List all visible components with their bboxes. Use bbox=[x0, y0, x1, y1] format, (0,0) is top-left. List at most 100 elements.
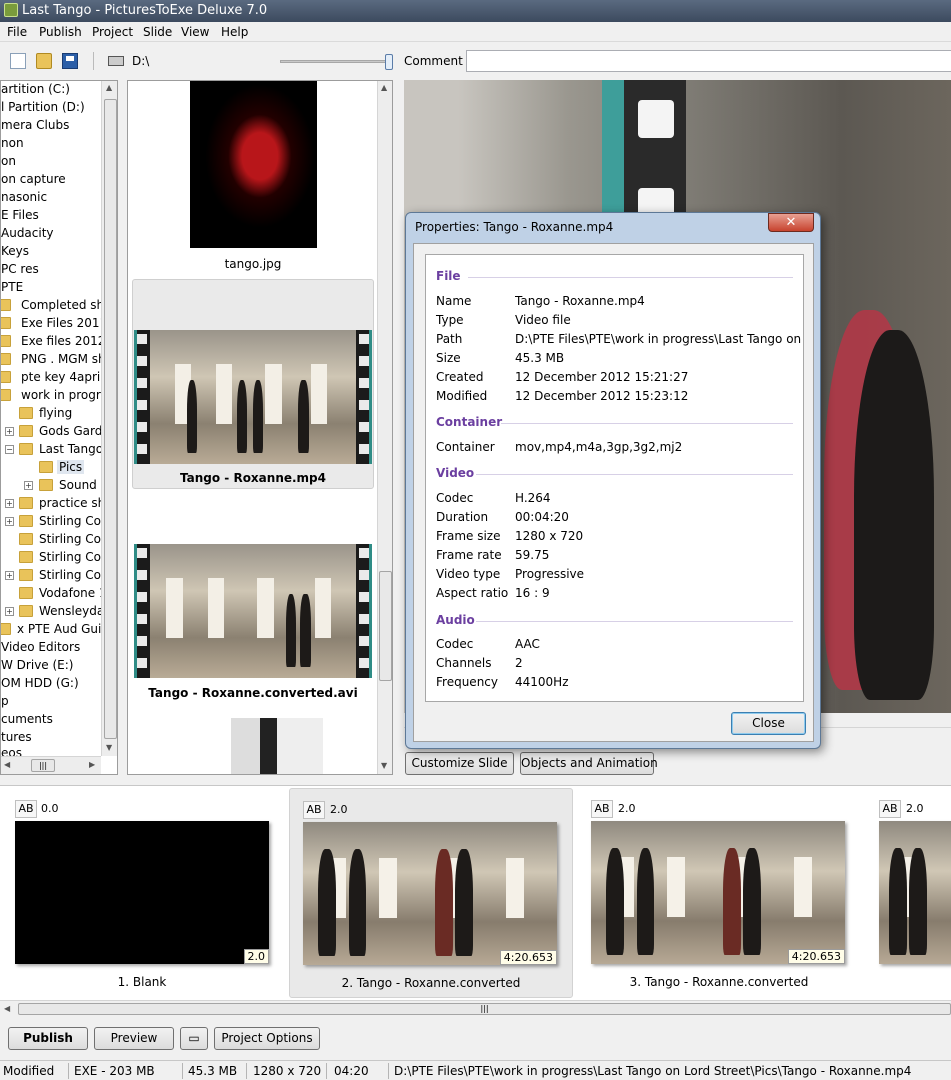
slide-caption: 1. Blank bbox=[117, 975, 167, 989]
folder-icon bbox=[1, 371, 11, 383]
file-list-scrollbar[interactable]: ▲ ▼ bbox=[377, 81, 392, 774]
tree-item[interactable]: Stirling Cou bbox=[1, 549, 109, 567]
file-item-selected[interactable]: Tango - Roxanne.mp4 bbox=[132, 279, 374, 489]
slide-thumbnail bbox=[879, 821, 951, 964]
slider-thumb[interactable] bbox=[385, 54, 393, 70]
menu-file[interactable]: File bbox=[7, 25, 27, 39]
transition-ab-icon[interactable]: AB bbox=[879, 800, 901, 818]
customize-slide-button[interactable]: Customize Slide bbox=[405, 752, 514, 775]
scroll-up-icon[interactable]: ▲ bbox=[381, 83, 387, 92]
slide-item[interactable]: AB 2.0 4:20.653 3. Tango - Roxanne.conve… bbox=[577, 788, 861, 998]
tree-item[interactable]: Exe files 2012 bbox=[1, 333, 105, 351]
slide-item[interactable]: AB 2.0 bbox=[865, 788, 951, 998]
folder-icon bbox=[19, 425, 33, 437]
tree-item[interactable]: + practice sho bbox=[1, 495, 113, 513]
tree-horizontal-scrollbar[interactable]: ◀ ||| ▶ bbox=[1, 756, 101, 774]
menu-slide[interactable]: Slide bbox=[143, 25, 172, 39]
open-folder-icon[interactable] bbox=[36, 53, 52, 69]
expand-icon[interactable]: + bbox=[5, 427, 14, 436]
transition-duration: 2.0 bbox=[906, 802, 924, 815]
comment-input[interactable] bbox=[466, 50, 951, 72]
prop-label: Created bbox=[436, 370, 484, 384]
tree-item[interactable]: x PTE Aud Guid bbox=[1, 621, 109, 639]
file-name: tango.jpg bbox=[224, 257, 282, 271]
tree-item[interactable]: Stirling Cou bbox=[1, 531, 109, 549]
thumbnail-size-slider[interactable] bbox=[280, 60, 390, 63]
scrollbar-thumb[interactable]: ||| bbox=[31, 759, 55, 772]
dialog-body: File Name Tango - Roxanne.mp4 Type Video… bbox=[413, 243, 814, 742]
expand-icon[interactable]: + bbox=[5, 571, 14, 580]
tree-item[interactable]: Exe Files 2011 bbox=[1, 315, 107, 333]
slide-item-selected[interactable]: AB 2.0 4:20.653 2. Tango - Roxanne.conve… bbox=[289, 788, 573, 998]
scroll-right-icon[interactable]: ▶ bbox=[89, 760, 95, 769]
prop-label: Size bbox=[436, 351, 461, 365]
save-icon[interactable] bbox=[62, 53, 78, 69]
slide-list[interactable]: AB 0.0 2.0 1. Blank AB 2.0 4:20.653 2. T… bbox=[0, 785, 951, 1000]
file-list[interactable]: tango.jpg Tango - Roxanne.mp4 Tango - Ro bbox=[127, 80, 393, 775]
tree-item[interactable]: Vodafone 1. bbox=[1, 585, 110, 603]
expand-icon[interactable]: + bbox=[5, 517, 14, 526]
tree-item[interactable]: Completed sho bbox=[1, 297, 111, 315]
slide-thumbnail: 4:20.653 bbox=[591, 821, 845, 964]
scroll-down-icon[interactable]: ▼ bbox=[381, 761, 387, 770]
tree-item[interactable]: work in progres bbox=[1, 387, 114, 405]
title-bar: Last Tango - PicturesToExe Deluxe 7.0 bbox=[0, 0, 951, 22]
expand-icon[interactable]: + bbox=[24, 481, 33, 490]
expand-icon[interactable]: + bbox=[5, 607, 14, 616]
tree-item[interactable]: PNG . MGM sho bbox=[1, 351, 113, 369]
scroll-down-icon[interactable]: ▼ bbox=[106, 743, 112, 752]
scroll-up-icon[interactable]: ▲ bbox=[106, 83, 112, 92]
expand-icon[interactable]: + bbox=[5, 499, 14, 508]
collapse-icon[interactable]: − bbox=[5, 445, 14, 454]
drive-label: D:\ bbox=[132, 54, 150, 68]
drive-icon[interactable] bbox=[108, 56, 124, 66]
tree-item[interactable]: + Stirling Cou bbox=[1, 567, 109, 585]
prop-label: Frame rate bbox=[436, 548, 502, 562]
scrollbar-thumb[interactable] bbox=[104, 99, 117, 739]
publish-button[interactable]: Publish bbox=[8, 1027, 88, 1050]
menu-bar: File Publish Project Slide View Help bbox=[0, 22, 951, 42]
tree-item-selected[interactable]: Pics bbox=[1, 459, 101, 477]
tree-item[interactable]: − Last Tango bbox=[1, 441, 103, 459]
slide-item[interactable]: AB 0.0 2.0 1. Blank bbox=[0, 788, 284, 998]
file-item[interactable]: Tango - Roxanne.converted.avi bbox=[132, 541, 374, 706]
prop-label: Channels bbox=[436, 656, 492, 670]
scrollbar-thumb[interactable]: ||| bbox=[18, 1003, 951, 1015]
transition-ab-icon[interactable]: AB bbox=[303, 801, 325, 819]
tree-item[interactable]: pte key 4april bbox=[1, 369, 104, 387]
menu-view[interactable]: View bbox=[181, 25, 209, 39]
menu-help[interactable]: Help bbox=[221, 25, 248, 39]
transition-ab-icon[interactable]: AB bbox=[15, 800, 37, 818]
slide-list-scrollbar[interactable]: ◀ ||| bbox=[0, 1000, 951, 1016]
project-options-button[interactable]: Project Options bbox=[214, 1027, 320, 1050]
tree-item[interactable]: + Gods Garde bbox=[1, 423, 110, 441]
folder-icon bbox=[1, 299, 11, 311]
slide-caption: 2. Tango - Roxanne.converted bbox=[341, 976, 521, 990]
folder-icon bbox=[19, 551, 33, 563]
tree-item[interactable]: + Stirling Cou bbox=[1, 513, 109, 531]
objects-animation-button[interactable]: Objects and Animation bbox=[520, 752, 658, 775]
scroll-left-icon[interactable]: ◀ bbox=[4, 1004, 10, 1013]
menu-publish[interactable]: Publish bbox=[39, 25, 82, 39]
transition-ab-icon[interactable]: AB bbox=[591, 800, 613, 818]
folder-icon bbox=[19, 569, 33, 581]
new-project-icon[interactable] bbox=[10, 53, 26, 69]
tree-item[interactable]: flying bbox=[1, 405, 101, 423]
app-icon bbox=[4, 3, 18, 17]
scrollbar-thumb[interactable] bbox=[379, 571, 392, 681]
preview-button[interactable]: Preview bbox=[94, 1027, 174, 1050]
file-item[interactable]: tango.jpg bbox=[132, 81, 374, 276]
folder-tree[interactable]: artition (C:) l Partition (D:) mera Club… bbox=[0, 80, 118, 775]
fullscreen-icon[interactable]: ▭ bbox=[180, 1027, 208, 1050]
tree-item[interactable]: + Sound bbox=[1, 477, 101, 495]
properties-dialog: Properties: Tango - Roxanne.mp4 ✕ File N… bbox=[405, 212, 821, 749]
status-duration: 04:20 bbox=[334, 1064, 369, 1078]
tree-item[interactable]: + Wensleydal bbox=[1, 603, 108, 621]
menu-project[interactable]: Project bbox=[92, 25, 133, 39]
scroll-left-icon[interactable]: ◀ bbox=[4, 760, 10, 769]
close-button[interactable]: Close bbox=[731, 712, 806, 735]
prop-label: Codec bbox=[436, 637, 474, 651]
close-icon[interactable]: ✕ bbox=[768, 213, 814, 232]
tree-vertical-scrollbar[interactable]: ▲ ▼ bbox=[101, 81, 117, 756]
transition-duration: 2.0 bbox=[330, 803, 348, 816]
